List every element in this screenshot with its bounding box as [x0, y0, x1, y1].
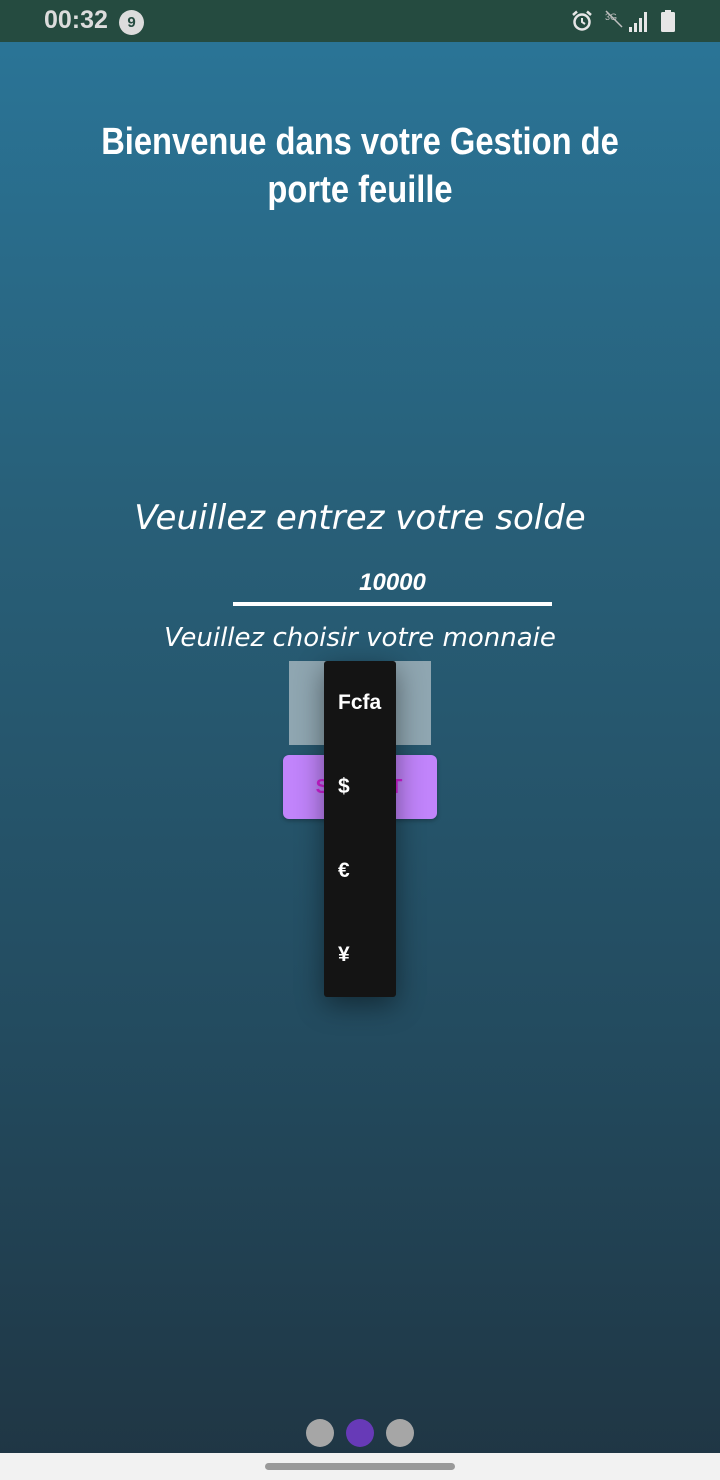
app-screen: 00:32 9 3G Bienvenue dans: [0, 0, 720, 1480]
status-bar: 00:32 9 3G: [0, 0, 720, 42]
battery-icon: [661, 10, 675, 32]
page-title: Bienvenue dans votre Gestion de porte fe…: [101, 121, 619, 211]
currency-option-yen[interactable]: ¥: [324, 913, 396, 997]
no-data-icon: 3G: [605, 10, 623, 28]
notification-count-badge: 9: [119, 10, 144, 35]
home-gesture-handle[interactable]: [265, 1463, 455, 1470]
balance-input[interactable]: [233, 564, 552, 606]
system-nav-bar: [0, 1453, 720, 1480]
currency-option-dollar[interactable]: $: [324, 745, 396, 829]
page-dot-3[interactable]: [386, 1419, 414, 1447]
page-dot-1[interactable]: [306, 1419, 334, 1447]
status-icons: 3G: [570, 9, 680, 33]
currency-option-euro[interactable]: €: [324, 829, 396, 913]
currency-dropdown-menu: Fcfa $ € ¥: [324, 661, 396, 997]
page-indicator: [0, 1419, 720, 1447]
page-dot-2-active[interactable]: [346, 1419, 374, 1447]
balance-prompt: Veuillez entrez votre solde: [134, 498, 586, 538]
currency-prompt: Veuillez choisir votre monnaie: [164, 623, 556, 653]
status-time: 00:32: [44, 6, 108, 34]
alarm-icon: [572, 10, 592, 31]
signal-icon: [629, 12, 647, 32]
currency-option-fcfa[interactable]: Fcfa: [324, 661, 396, 745]
